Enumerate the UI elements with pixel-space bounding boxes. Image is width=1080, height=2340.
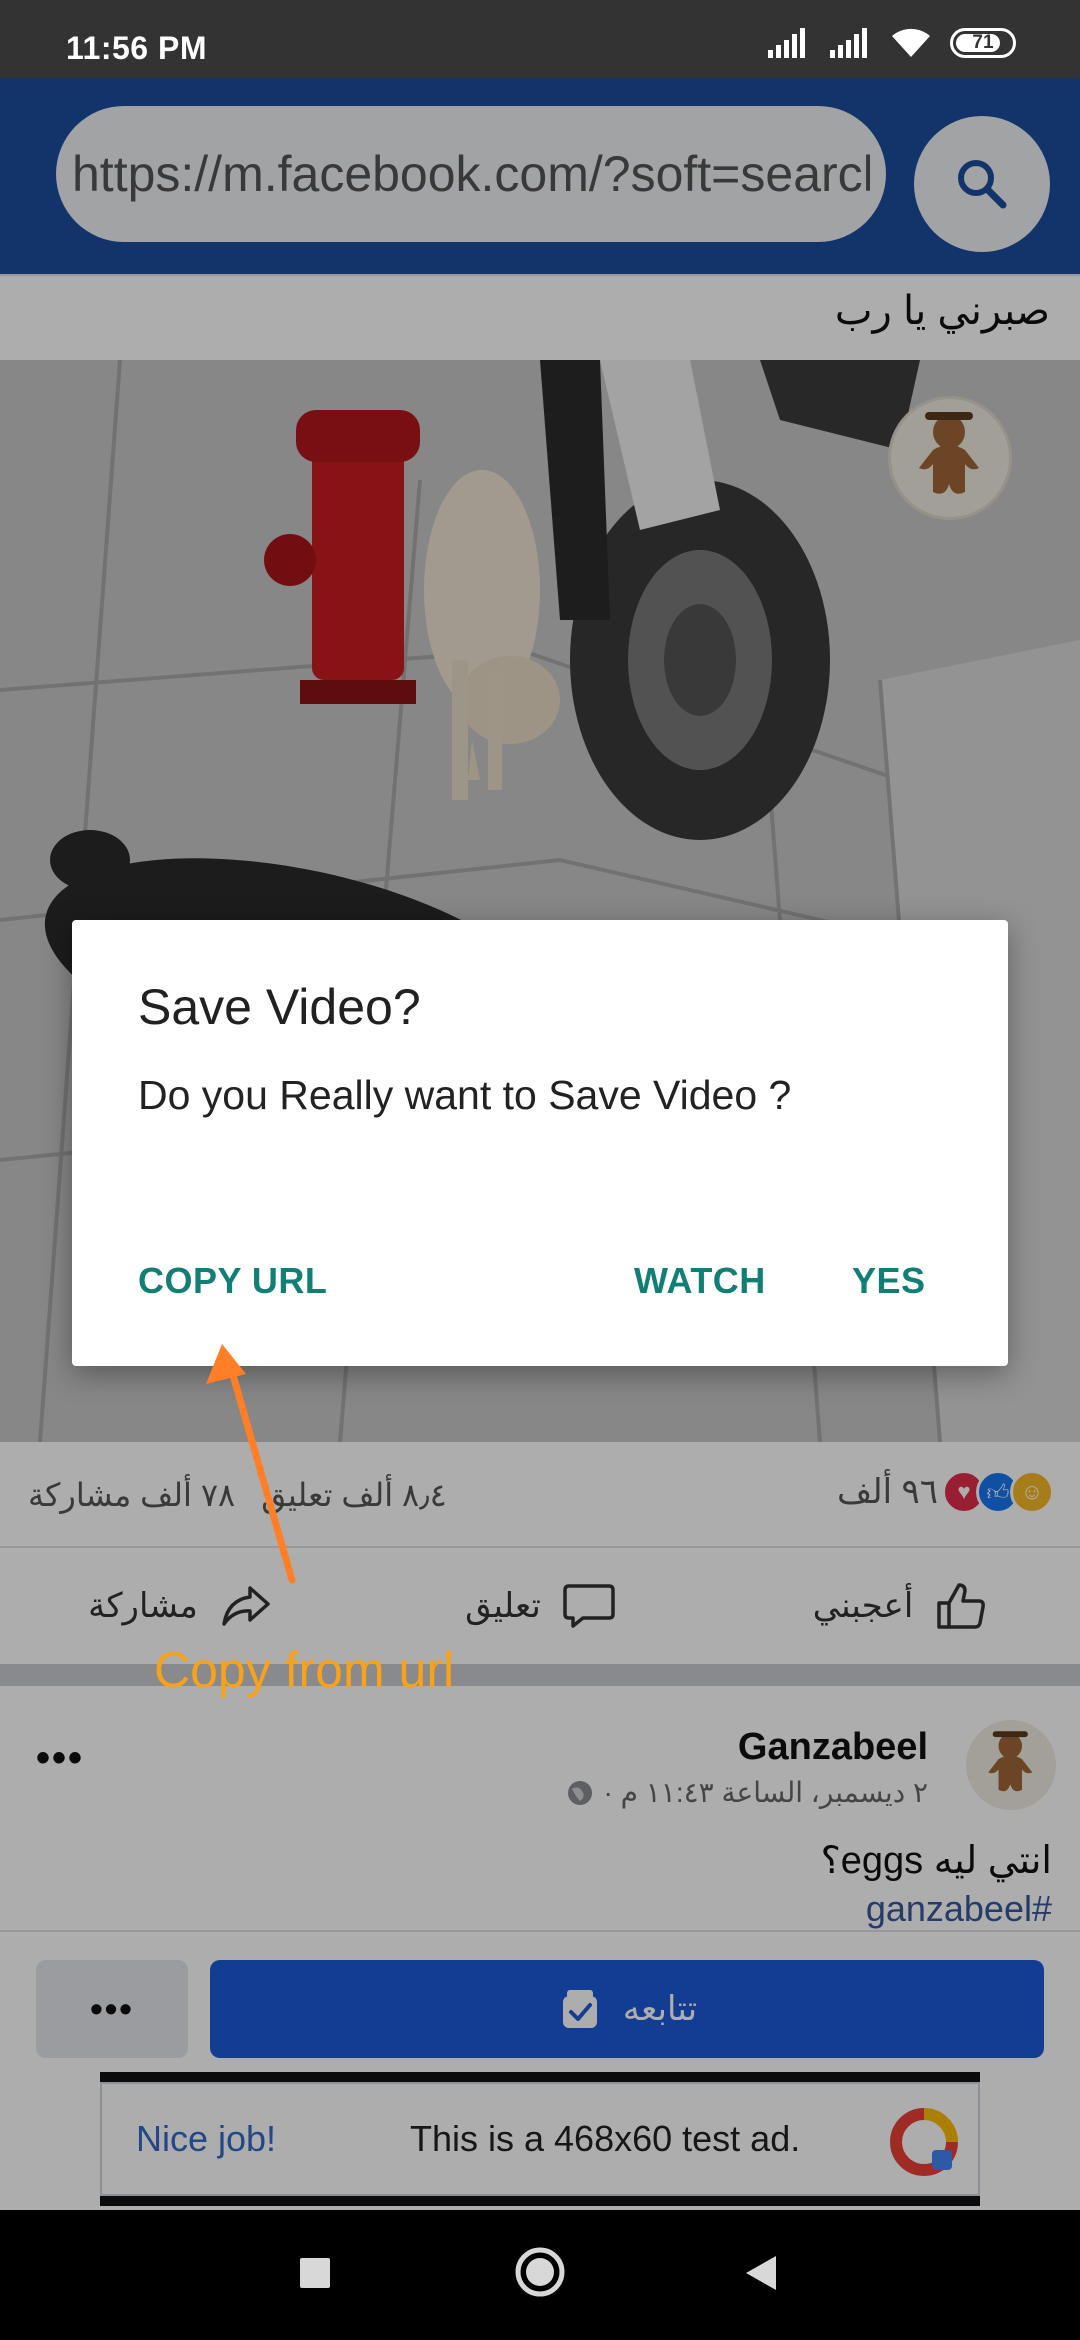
battery-level: 71 — [972, 32, 994, 53]
status-time: 11:56 PM — [66, 30, 207, 66]
home-icon[interactable] — [514, 2246, 566, 2298]
signal-icon-2 — [830, 28, 867, 58]
battery-icon: 71 — [950, 28, 1016, 58]
back-icon[interactable] — [744, 2254, 778, 2292]
status-bar: 11:56 PM 71 — [0, 0, 1080, 78]
yes-button[interactable]: YES — [852, 1260, 926, 1302]
wifi-icon — [892, 28, 930, 57]
status-icons: 71 — [766, 26, 1016, 60]
app-content: صبرني يا رب — [0, 78, 1080, 2210]
dialog-message: Do you Really want to Save Video ? — [138, 1072, 792, 1118]
annotation-label: Copy from url — [154, 1642, 455, 1698]
copy-url-button[interactable]: COPY URL — [138, 1260, 327, 1302]
dialog-title: Save Video? — [138, 979, 421, 1035]
recents-icon[interactable] — [298, 2256, 332, 2290]
save-video-dialog: Save Video? Do you Really want to Save V… — [72, 920, 1008, 1366]
signal-icon — [768, 28, 805, 58]
watch-button[interactable]: WATCH — [634, 1260, 766, 1302]
system-nav-bar — [0, 2210, 1080, 2340]
